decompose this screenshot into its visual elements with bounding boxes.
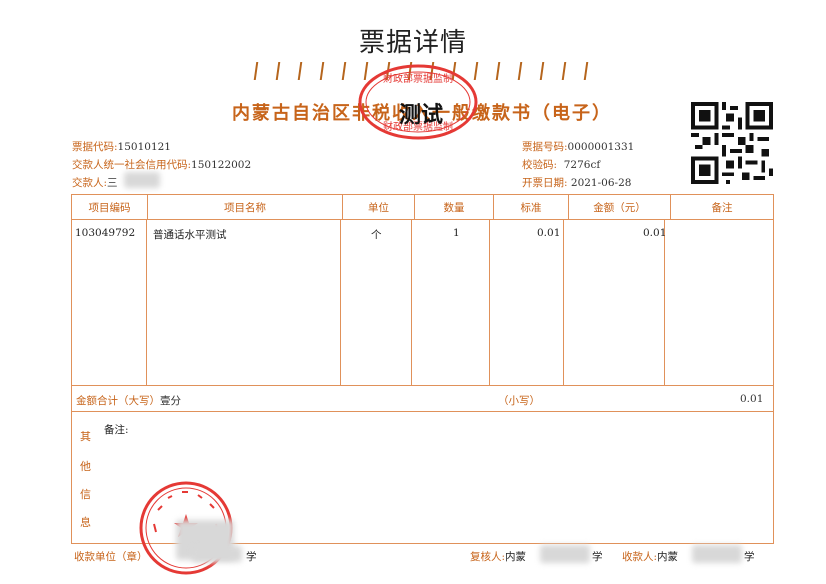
- other-info-char-3: 信: [80, 488, 91, 501]
- page-title: 票据详情: [358, 28, 467, 58]
- total-big-label: 金额合计（大写）: [76, 395, 160, 407]
- reviewer-suffix: 学: [592, 551, 603, 563]
- reviewer-value: 内蒙: [505, 551, 527, 563]
- qr-code: [691, 102, 773, 184]
- header-standard: 标准: [493, 194, 569, 220]
- check-code-value: 7276cf: [563, 159, 601, 171]
- remark-label: 备注:: [104, 424, 129, 436]
- invoice-number-label: 票据号码:: [522, 141, 568, 153]
- credit-code-label: 交款人统一社会信用代码:: [72, 159, 192, 171]
- other-info-char-4: 息: [80, 516, 91, 529]
- other-info-char-1: 其: [80, 430, 91, 443]
- other-info-char-2: 他: [80, 460, 91, 473]
- payee-unit-label: 收款单位（章）: [74, 551, 148, 563]
- header-amount: 金额（元）: [568, 194, 671, 220]
- total-small-value: 0.01: [740, 393, 764, 405]
- header-item-code: 项目编码: [71, 194, 148, 220]
- payer: 交款人:三: [72, 175, 118, 190]
- redaction-blur: [540, 545, 590, 563]
- table-header-row: 项目编码 项目名称 单位 数量 标准 金额（元） 备注: [71, 194, 774, 220]
- payer-label: 交款人:: [72, 177, 108, 189]
- invoice-number: 票据号码:0000001331: [522, 139, 634, 154]
- redaction-blur: [192, 546, 242, 562]
- payee-unit-suffix: 学: [246, 551, 257, 563]
- total-small-label: （小写）: [498, 395, 540, 407]
- issue-date-label: 开票日期:: [522, 177, 568, 189]
- total-row: 金额合计（大写）壹分: [76, 393, 181, 408]
- credit-code: 交款人统一社会信用代码:150122002: [72, 157, 251, 172]
- invoice-code: 票据代码:15010121: [72, 139, 171, 154]
- header-unit: 单位: [342, 194, 415, 220]
- header-note: 备注: [670, 194, 774, 220]
- reviewer-label: 复核人:: [470, 551, 506, 563]
- invoice-code-value: 15010121: [117, 141, 171, 153]
- header-quantity: 数量: [414, 194, 494, 220]
- redaction-blur: [692, 545, 742, 563]
- row-standard: 0.01: [537, 227, 561, 239]
- invoice-number-value: 0000001331: [567, 141, 635, 153]
- reviewer: 复核人:内蒙: [470, 549, 526, 564]
- cashier-value: 内蒙: [657, 551, 679, 563]
- row-quantity: 1: [453, 227, 460, 239]
- row-item-name: 普通话水平测试: [153, 229, 227, 241]
- cashier-suffix: 学: [744, 551, 755, 563]
- stamp-top-text: 财政部票据监制: [383, 72, 453, 85]
- row-item-code: 103049792: [75, 227, 136, 239]
- header-item-name: 项目名称: [147, 194, 343, 220]
- cashier: 收款人:内蒙: [622, 549, 678, 564]
- row-amount: 0.01: [643, 227, 667, 239]
- check-code: 校验码: 7276cf: [522, 157, 600, 172]
- test-watermark: 测试: [399, 103, 444, 128]
- invoice-code-label: 票据代码:: [72, 141, 118, 153]
- table-row: 103049792 普通话水平测试 个 1 0.01 0.01: [71, 219, 774, 385]
- payer-value: 三: [107, 177, 118, 189]
- issue-date-value: 2021-06-28: [570, 177, 632, 189]
- total-big-value: 壹分: [160, 395, 181, 407]
- redaction-blur: [124, 172, 160, 188]
- credit-code-value: 150122002: [191, 159, 252, 171]
- cashier-label: 收款人:: [622, 551, 658, 563]
- check-code-label: 校验码:: [522, 159, 558, 171]
- item-table: 项目编码 项目名称 单位 数量 标准 金额（元） 备注: [71, 194, 774, 220]
- issue-date: 开票日期: 2021-06-28: [522, 175, 631, 190]
- row-unit: 个: [371, 229, 382, 241]
